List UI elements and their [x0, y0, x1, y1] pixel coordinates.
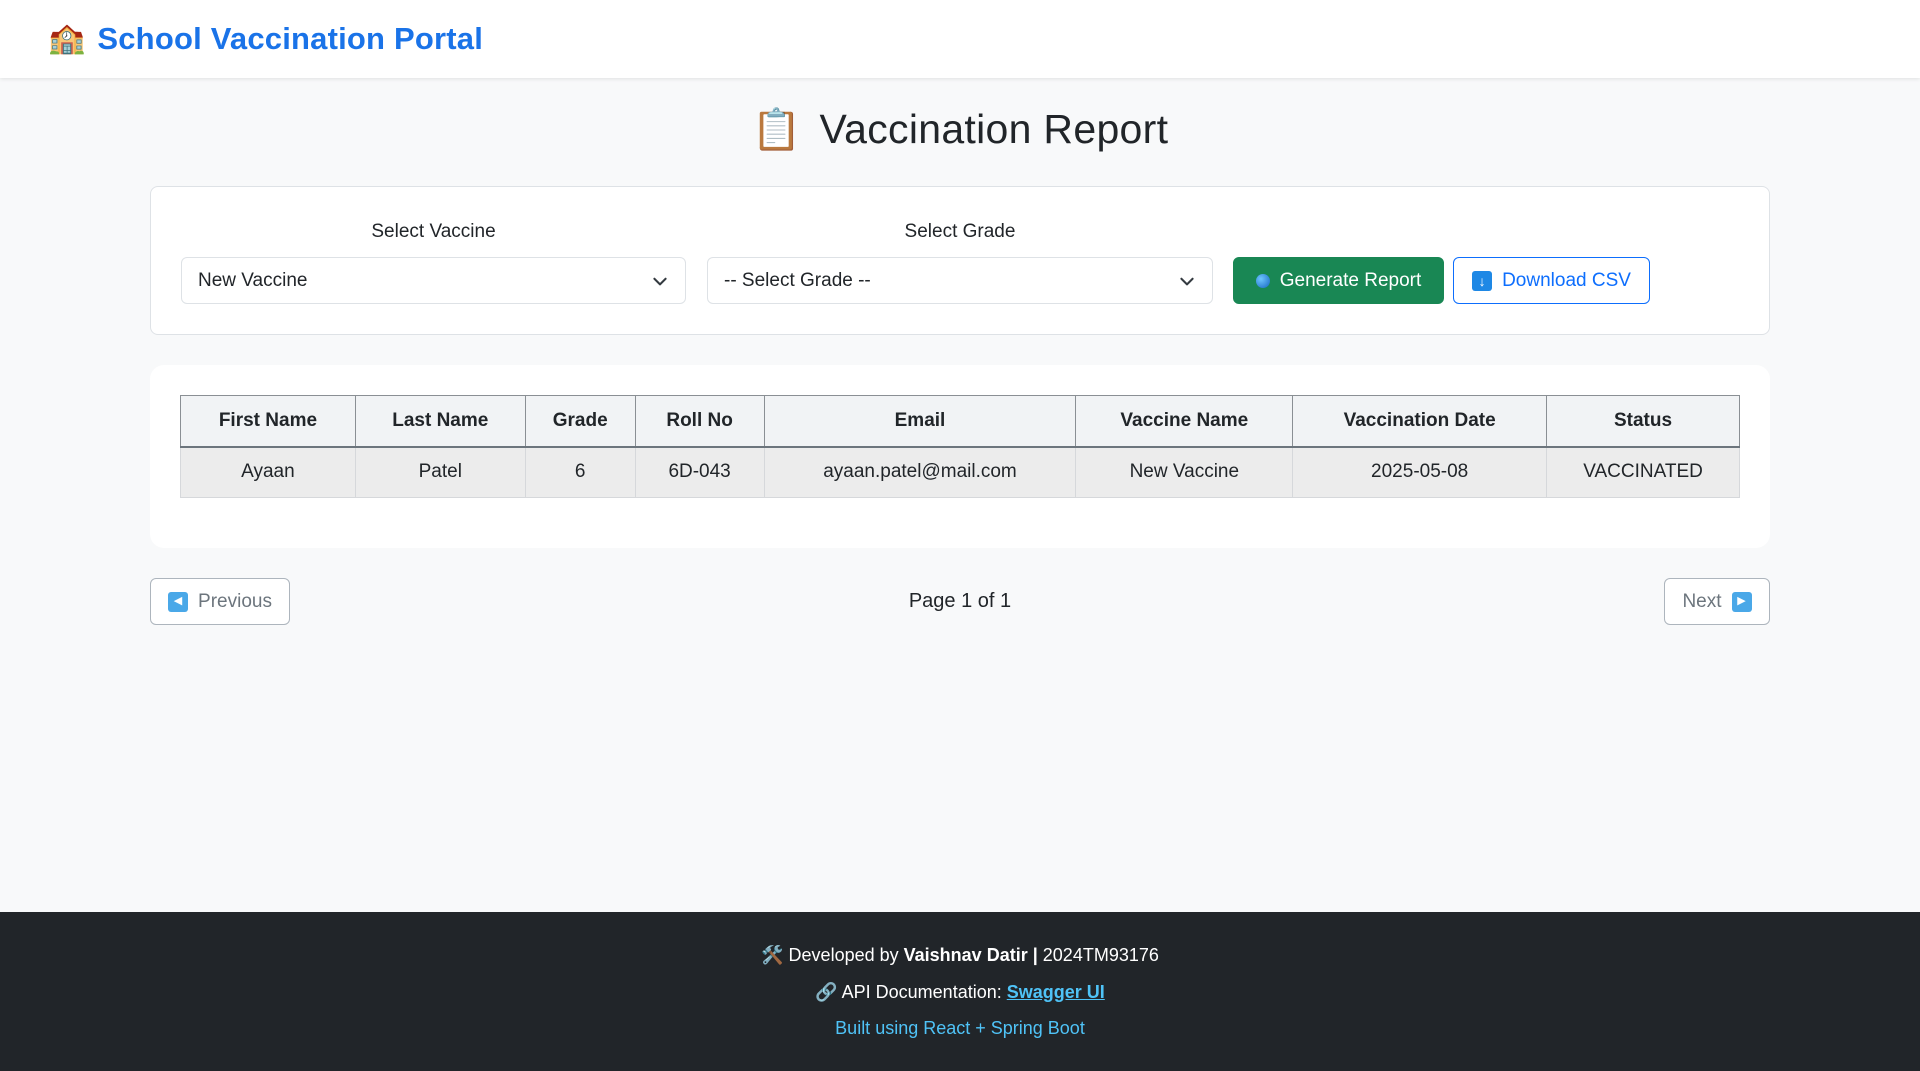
link-icon: 🔗 — [815, 982, 838, 1002]
developer-prefix: Developed by — [788, 945, 899, 965]
download-csv-button[interactable]: ↓ Download CSV — [1453, 257, 1650, 304]
built-with-text: Built using React + Spring Boot — [835, 1018, 1085, 1038]
page-header: 📋 Vaccination Report — [0, 106, 1920, 153]
tools-icon: 🛠️ — [761, 945, 784, 965]
cell-roll-no: 6D-043 — [634, 446, 765, 498]
download-arrow-icon: ↓ — [1472, 270, 1493, 291]
cell-vaccine-name: New Vaccine — [1075, 446, 1294, 498]
chevron-down-icon — [1180, 277, 1194, 286]
school-icon: 🏫 — [48, 22, 86, 55]
column-header-status: Status — [1546, 395, 1740, 448]
column-header-grade: Grade — [524, 395, 636, 448]
top-navbar: 🏫 School Vaccination Portal — [0, 0, 1920, 78]
clipboard-icon: 📋 — [751, 107, 802, 152]
report-table-card: First Name Last Name Grade Roll No Email… — [150, 365, 1770, 548]
column-header-vaccination-date: Vaccination Date — [1292, 395, 1548, 448]
column-header-last-name: Last Name — [354, 395, 526, 448]
cell-last-name: Patel — [354, 446, 526, 498]
next-page-label: Next — [1682, 590, 1722, 612]
chevron-down-icon — [653, 277, 667, 286]
report-filter-card: Select Vaccine New Vaccine Select Grade … — [150, 186, 1770, 335]
cell-email: ayaan.patel@mail.com — [763, 446, 1077, 498]
column-header-vaccine-name: Vaccine Name — [1075, 395, 1294, 448]
page-title: Vaccination Report — [819, 106, 1169, 152]
api-documentation: 🔗 API Documentation: Swagger UI — [0, 982, 1920, 1003]
blue-circle-icon — [1255, 273, 1270, 288]
column-header-roll-no: Roll No — [634, 395, 765, 448]
grade-select[interactable]: -- Select Grade -- — [707, 257, 1213, 304]
arrow-right-icon: ▶ — [1731, 591, 1752, 612]
developer-credit: 🛠️ Developed by Vaishnav Datir | 2024TM9… — [0, 945, 1920, 966]
grade-select-value: -- Select Grade -- — [724, 269, 871, 291]
report-table: First Name Last Name Grade Roll No Email… — [180, 395, 1740, 498]
api-doc-prefix: API Documentation: — [841, 982, 1002, 1002]
download-csv-label: Download CSV — [1502, 269, 1631, 291]
vaccine-select[interactable]: New Vaccine — [181, 257, 686, 304]
developer-id: 2024TM93176 — [1042, 945, 1159, 965]
grade-select-label: Select Grade — [904, 221, 1016, 242]
cell-vaccination-date: 2025-05-08 — [1292, 446, 1548, 498]
cell-status: VACCINATED — [1546, 446, 1740, 498]
next-page-button[interactable]: Next ▶ — [1664, 578, 1770, 625]
column-header-first-name: First Name — [180, 395, 356, 448]
vaccine-select-value: New Vaccine — [198, 269, 308, 291]
table-header-row: First Name Last Name Grade Roll No Email… — [180, 395, 1740, 448]
column-header-email: Email — [763, 395, 1077, 448]
developer-name: Vaishnav Datir — [903, 945, 1028, 965]
generate-report-button[interactable]: Generate Report — [1233, 257, 1444, 304]
page-footer: 🛠️ Developed by Vaishnav Datir | 2024TM9… — [0, 912, 1920, 1071]
vaccine-select-label: Select Vaccine — [371, 221, 496, 242]
table-row: Ayaan Patel 6 6D-043 ayaan.patel@mail.co… — [180, 446, 1740, 498]
page-indicator: Page 1 of 1 — [908, 590, 1012, 612]
cell-grade: 6 — [524, 446, 636, 498]
generate-report-label: Generate Report — [1279, 269, 1422, 291]
brand-link[interactable]: 🏫 School Vaccination Portal — [48, 21, 483, 57]
swagger-ui-link[interactable]: Swagger UI — [1007, 982, 1105, 1002]
developer-separator: | — [1032, 945, 1038, 965]
cell-first-name: Ayaan — [180, 446, 356, 498]
brand-title: School Vaccination Portal — [97, 21, 484, 56]
